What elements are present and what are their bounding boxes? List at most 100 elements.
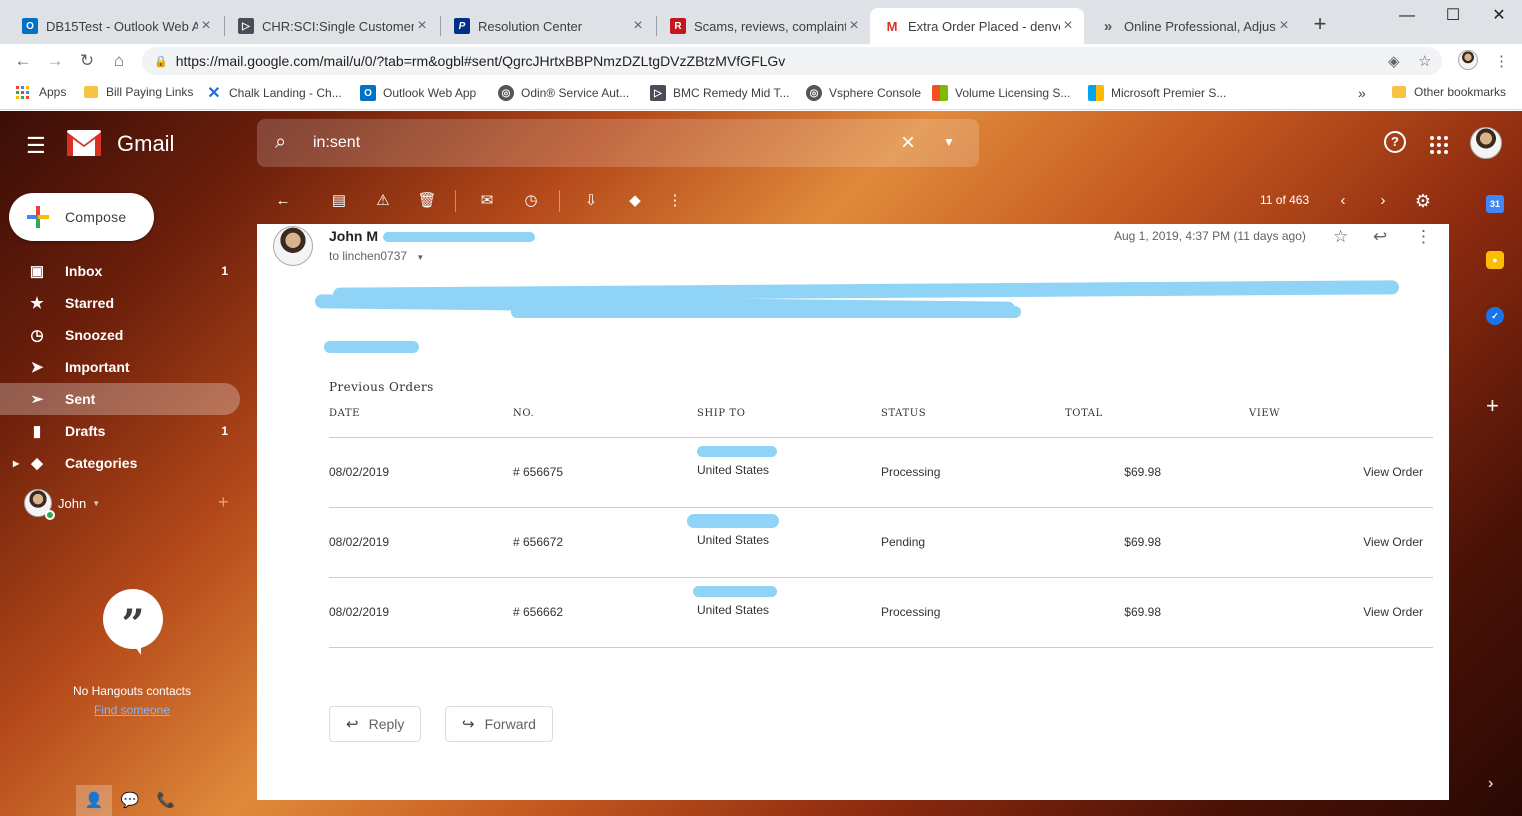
window-close-icon[interactable]: ✕	[1476, 4, 1522, 28]
browser-tab-paypal[interactable]: P Resolution Center ×	[440, 8, 654, 44]
back-arrow-icon[interactable]: ←	[12, 50, 34, 72]
find-someone-link[interactable]: Find someone	[0, 703, 264, 717]
sidebar-item-drafts[interactable]: ▮ Drafts 1	[0, 415, 240, 447]
add-contact-icon[interactable]: +	[218, 492, 229, 513]
main-menu-icon[interactable]: ☰	[26, 133, 46, 159]
reply-button[interactable]: ↩ Reply	[329, 706, 422, 742]
close-icon[interactable]: ×	[414, 17, 430, 35]
close-icon[interactable]: ×	[1060, 17, 1076, 35]
browser-tab-gmail[interactable]: M Extra Order Placed - denver ×	[870, 8, 1084, 44]
ship-to-cell: United States	[697, 437, 881, 508]
close-icon[interactable]: ×	[1276, 17, 1292, 35]
new-tab-icon[interactable]: +	[1308, 12, 1332, 36]
view-order-link[interactable]: View Order	[1249, 577, 1433, 648]
recipient-line[interactable]: to linchen0737 ▼	[329, 249, 424, 263]
sidebar-item-categories[interactable]: ▶ ◆ Categories	[0, 447, 240, 479]
search-icon[interactable]: ⌕	[275, 131, 286, 154]
view-order-link[interactable]: View Order	[1249, 507, 1433, 578]
minimize-icon[interactable]: —	[1384, 4, 1430, 28]
compose-button[interactable]: Compose	[9, 193, 154, 241]
address-bar[interactable]: 🔒 https://mail.google.com/mail/u/0/?tab=…	[142, 47, 1442, 75]
bookmark-chalk-landing[interactable]: ✕ Chalk Landing - Ch...	[206, 85, 341, 102]
report-spam-icon[interactable]: ⚠	[371, 189, 395, 213]
browser-tab-fastforward[interactable]: » Online Professional, Adjusta ×	[1086, 8, 1300, 44]
mark-unread-icon[interactable]: ✉	[475, 189, 499, 213]
google-apps-icon[interactable]	[1430, 136, 1448, 154]
forward-label: Forward	[484, 716, 536, 732]
reload-icon[interactable]: ↻	[76, 50, 98, 72]
bookmark-microsoft-premier[interactable]: Microsoft Premier S...	[1088, 85, 1226, 101]
vsphere-icon: ◎	[806, 85, 822, 101]
sidebar-item-sent[interactable]: ➢ Sent	[0, 383, 240, 415]
more-options-icon[interactable]: ⋮	[1415, 227, 1432, 247]
reply-icon[interactable]: ↩	[1373, 227, 1387, 247]
bookmark-outlook-web-app[interactable]: O Outlook Web App	[360, 85, 476, 101]
profile-avatar[interactable]	[1458, 50, 1478, 70]
labels-icon[interactable]: ◆	[623, 189, 647, 213]
bookmark-other-bookmarks[interactable]: Other bookmarks	[1392, 85, 1506, 99]
gmail-logo-icon[interactable]	[66, 129, 102, 157]
calendar-icon[interactable]: 31	[1486, 195, 1504, 213]
apps-grid-icon	[16, 85, 29, 99]
browser-menu-icon[interactable]: ⋮	[1494, 52, 1509, 70]
newer-chevron-icon[interactable]: ‹	[1331, 189, 1355, 213]
move-to-icon[interactable]: ⇩	[579, 189, 603, 213]
hangouts-chat-icon[interactable]: 💬	[112, 785, 148, 816]
search-bar[interactable]: ⌕ in:sent × ▼	[257, 119, 979, 167]
home-icon[interactable]: ⌂	[108, 50, 130, 72]
search-input[interactable]: in:sent	[313, 134, 360, 152]
sidebar-item-snoozed[interactable]: ◷ Snoozed	[0, 319, 240, 351]
search-options-icon[interactable]: ▼	[943, 135, 955, 149]
browser-tab-remedy[interactable]: ▷ CHR:SCI:Single Customer Co ×	[224, 8, 438, 44]
account-avatar[interactable]	[1470, 127, 1502, 159]
bookmark-apps[interactable]: Apps	[16, 85, 66, 99]
bookmark-star-icon[interactable]: ☆	[1418, 52, 1431, 70]
phone-icon[interactable]: 📞	[148, 785, 184, 816]
expand-side-panel-icon[interactable]: ›	[1488, 775, 1493, 793]
gmail-wordmark[interactable]: Gmail	[117, 131, 174, 157]
chevron-down-icon[interactable]: ▼	[92, 499, 100, 508]
archive-icon[interactable]: ▤	[327, 189, 351, 213]
delete-icon[interactable]: 🗑	[415, 189, 439, 213]
more-actions-icon[interactable]: ⋮	[663, 189, 687, 213]
bookmark-volume-licensing[interactable]: Volume Licensing S...	[932, 85, 1070, 101]
sender-avatar[interactable]	[273, 226, 313, 266]
forward-button[interactable]: ↪ Forward	[445, 706, 553, 742]
star-icon[interactable]: ☆	[1333, 227, 1348, 247]
eye-icon[interactable]: ◈	[1388, 52, 1400, 70]
expand-arrow-icon[interactable]: ▶	[13, 459, 19, 468]
bookmark-bmc-remedy[interactable]: ▷ BMC Remedy Mid T...	[650, 85, 789, 101]
sidebar-item-starred[interactable]: ★ Starred	[0, 287, 240, 319]
keep-icon[interactable]: ●	[1486, 251, 1504, 269]
gmail-app: ☰ Gmail ⌕ in:sent × ▼ ? Compose ▣ Inbox …	[0, 111, 1522, 816]
close-icon[interactable]: ×	[198, 17, 214, 35]
get-addons-icon[interactable]: +	[1486, 393, 1499, 419]
forward-arrow-icon[interactable]: →	[44, 50, 66, 72]
contacts-person-icon[interactable]: 👤	[76, 785, 112, 816]
hangouts-user[interactable]: John ▼	[24, 489, 100, 520]
tasks-icon[interactable]: ✓	[1486, 307, 1504, 325]
browser-tab-ripoff-report[interactable]: R Scams, reviews, complaints, ×	[656, 8, 870, 44]
chevron-down-icon[interactable]: ▼	[416, 253, 424, 262]
redacted-text	[324, 341, 419, 353]
older-chevron-icon[interactable]: ›	[1371, 189, 1395, 213]
bookmark-vsphere[interactable]: ◎ Vsphere Console	[806, 85, 921, 101]
help-icon[interactable]: ?	[1384, 131, 1406, 153]
bookmarks-overflow[interactable]: »	[1358, 85, 1366, 101]
clear-search-icon[interactable]: ×	[901, 129, 915, 157]
maximize-icon[interactable]: ☐	[1430, 4, 1476, 28]
hangouts-bottom-bar: 👤 💬 📞	[76, 785, 256, 816]
snooze-icon[interactable]: ◷	[519, 189, 543, 213]
settings-gear-icon[interactable]: ⚙	[1411, 189, 1435, 213]
redacted-email	[383, 232, 535, 242]
sender-name[interactable]: John M	[329, 228, 378, 244]
sidebar-item-important[interactable]: ➤ Important	[0, 351, 240, 383]
back-to-list-icon[interactable]: ←	[271, 189, 295, 213]
close-icon[interactable]: ×	[846, 17, 862, 35]
close-icon[interactable]: ×	[630, 17, 646, 35]
sidebar-item-inbox[interactable]: ▣ Inbox 1	[0, 255, 240, 287]
bookmark-bill-paying-links[interactable]: Bill Paying Links	[84, 85, 193, 99]
view-order-link[interactable]: View Order	[1249, 437, 1433, 508]
browser-tab-outlook[interactable]: O DB15Test - Outlook Web Ap ×	[8, 8, 222, 44]
bookmark-odin[interactable]: ◎ Odin® Service Aut...	[498, 85, 629, 101]
